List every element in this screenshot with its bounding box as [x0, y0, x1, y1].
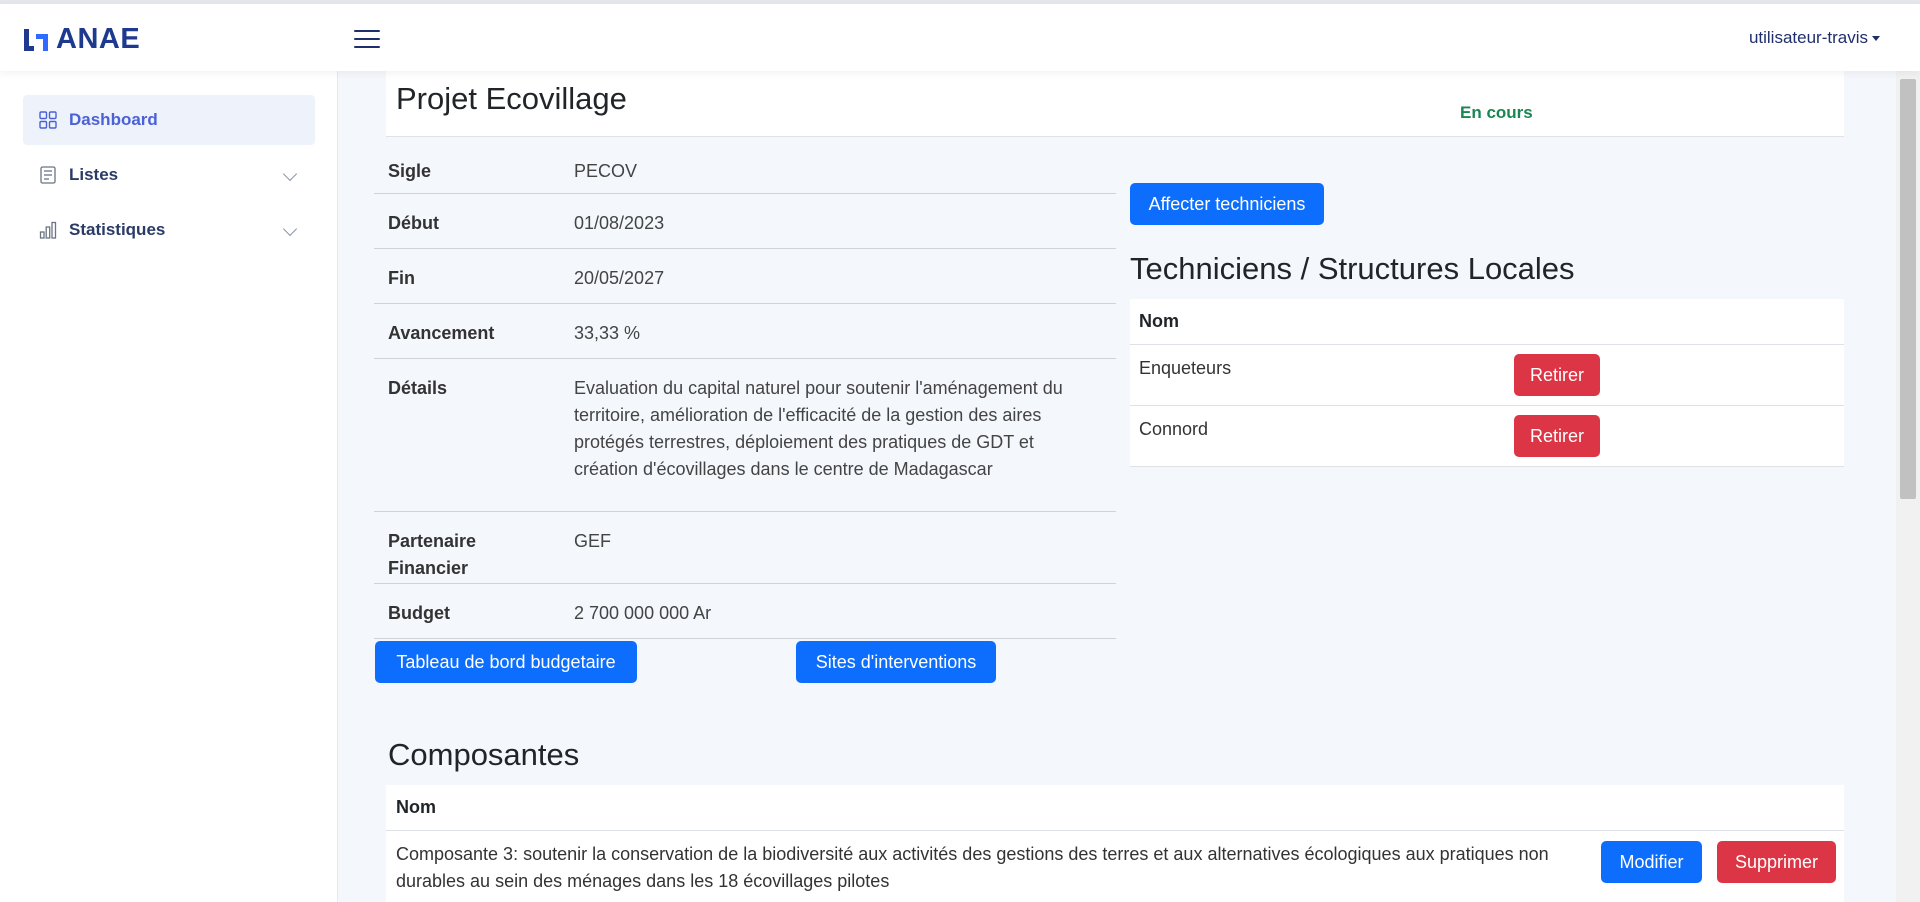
sidebar-item-dashboard[interactable]: Dashboard [23, 95, 315, 145]
user-dropdown[interactable]: utilisateur-travis [1749, 28, 1880, 48]
table-row: Enqueteurs Retirer [1130, 345, 1844, 406]
technicians-title: Techniciens / Structures Locales [1130, 251, 1575, 286]
bar-chart-icon [39, 221, 57, 239]
anae-logo-icon [24, 28, 48, 51]
page-title: Projet Ecovillage [396, 81, 627, 116]
top-navbar: ANAE utilisateur-travis [0, 4, 1920, 71]
budget-dashboard-button[interactable]: Tableau de bord budgetaire [375, 641, 637, 683]
remove-technician-button[interactable]: Retirer [1514, 354, 1600, 396]
column-header-nom: Nom [386, 785, 1844, 831]
detail-label: Partenaire Financier [374, 511, 560, 584]
status-badge: En cours [1460, 103, 1533, 122]
components-table: Nom Composante 3: soutenir la conservati… [386, 785, 1844, 902]
sidebar-item-listes[interactable]: Listes [23, 150, 315, 200]
detail-value: Evaluation du capital naturel pour soute… [560, 358, 1116, 512]
sidebar-item-statistiques[interactable]: Statistiques [23, 205, 315, 255]
sidebar: Dashboard Listes Statistiques [0, 71, 338, 902]
detail-row: Budget 2 700 000 000 Ar [374, 583, 1116, 639]
detail-value: PECOV [560, 142, 1116, 194]
scrollbar-thumb[interactable] [1900, 79, 1916, 499]
project-details-table: Sigle PECOV Début 01/08/2023 Fin 20/05/2… [374, 142, 1116, 639]
project-header: Projet Ecovillage En cours [386, 71, 1844, 137]
table-row: Composante 3: soutenir la conservation d… [386, 831, 1844, 902]
detail-label: Avancement [374, 303, 560, 359]
column-header-nom: Nom [1130, 299, 1844, 345]
detail-value: 01/08/2023 [560, 193, 1116, 249]
detail-row: Sigle PECOV [374, 142, 1116, 194]
menu-toggle-icon[interactable] [354, 26, 380, 52]
detail-label: Sigle [374, 142, 560, 194]
caret-down-icon [1872, 35, 1880, 41]
delete-component-button[interactable]: Supprimer [1717, 841, 1836, 883]
detail-label: Fin [374, 248, 560, 304]
detail-label: Budget [374, 583, 560, 639]
detail-row: Partenaire Financier GEF [374, 511, 1116, 584]
detail-value: 20/05/2027 [560, 248, 1116, 304]
brand-logo[interactable]: ANAE [22, 23, 140, 56]
assign-technicians-button[interactable]: Affecter techniciens [1130, 183, 1324, 225]
table-row: Connord Retirer [1130, 406, 1844, 467]
detail-row: Fin 20/05/2027 [374, 248, 1116, 304]
components-title: Composantes [388, 737, 580, 772]
sidebar-item-label: Statistiques [69, 220, 166, 239]
user-name: utilisateur-travis [1748, 28, 1868, 47]
technician-name: Enqueteurs [1139, 358, 1232, 378]
detail-label: Détails [374, 358, 560, 512]
technician-name: Connord [1139, 419, 1209, 439]
detail-value: 2 700 000 000 Ar [560, 583, 1116, 639]
detail-row: Avancement 33,33 % [374, 303, 1116, 359]
remove-technician-button[interactable]: Retirer [1514, 415, 1600, 457]
technicians-table: Nom Enqueteurs Retirer Connord Retirer [1130, 299, 1844, 467]
detail-row: Début 01/08/2023 [374, 193, 1116, 249]
chevron-down-icon [282, 221, 298, 237]
sidebar-item-label: Listes [69, 165, 119, 184]
brand-name: ANAE [56, 23, 141, 55]
detail-value: GEF [560, 511, 1116, 584]
grid-icon [39, 111, 57, 129]
chevron-down-icon [282, 166, 298, 182]
detail-label: Début [374, 193, 560, 249]
edit-component-button[interactable]: Modifier [1601, 841, 1702, 883]
vertical-scrollbar[interactable] [1896, 71, 1920, 902]
list-icon [40, 166, 56, 184]
intervention-sites-button[interactable]: Sites d'interventions [796, 641, 996, 683]
detail-value: 33,33 % [560, 303, 1116, 359]
component-name: Composante 3: soutenir la conservation d… [396, 844, 1549, 891]
sidebar-item-label: Dashboard [69, 110, 158, 129]
detail-row: Détails Evaluation du capital naturel po… [374, 358, 1116, 512]
